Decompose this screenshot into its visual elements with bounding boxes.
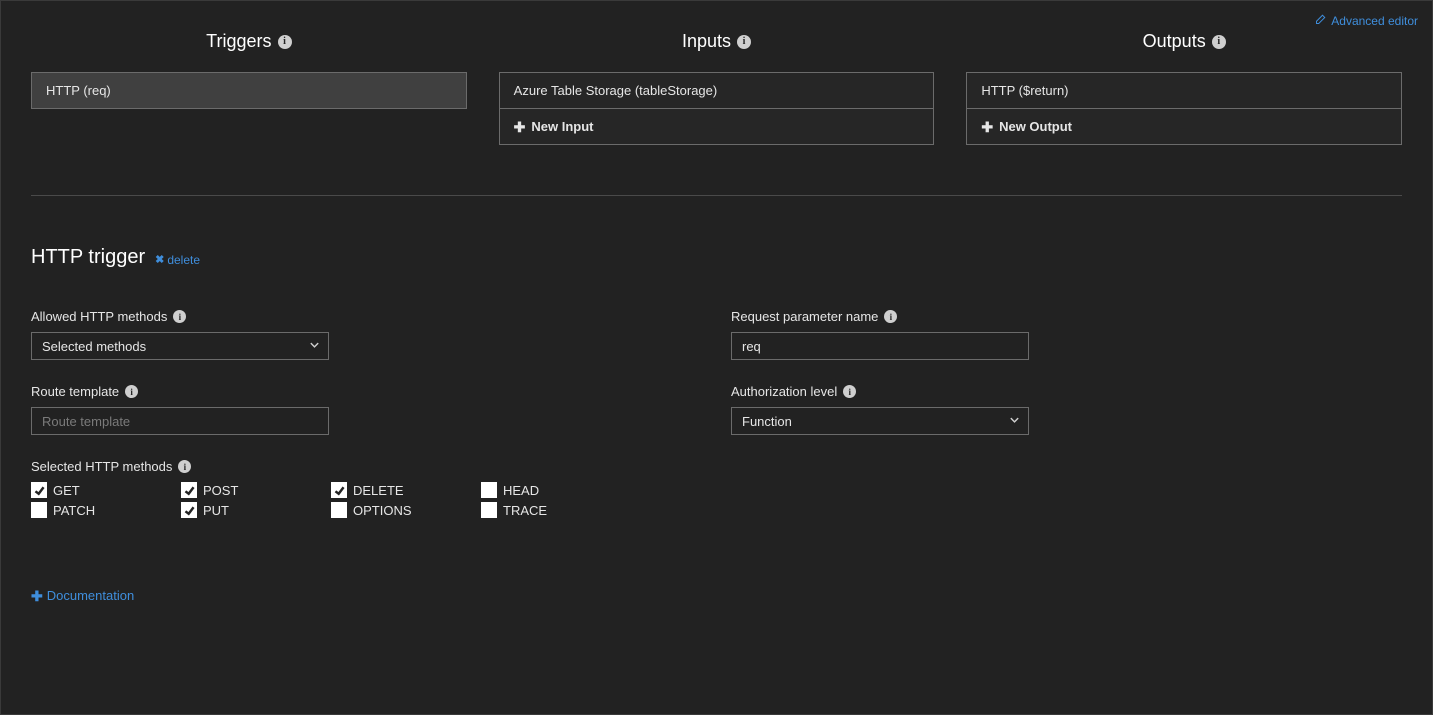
checkbox-icon bbox=[481, 502, 497, 518]
trigger-item-label: HTTP (req) bbox=[46, 83, 111, 98]
add-input-button[interactable]: ✚ New Input bbox=[499, 109, 935, 145]
method-label: PUT bbox=[203, 503, 229, 518]
checkbox-icon bbox=[331, 482, 347, 498]
allowed-methods-value: Selected methods bbox=[42, 339, 146, 354]
checkbox-icon bbox=[31, 502, 47, 518]
add-output-label: New Output bbox=[999, 119, 1072, 134]
input-item-label: Azure Table Storage (tableStorage) bbox=[514, 83, 718, 98]
edit-icon bbox=[1315, 13, 1327, 28]
allowed-methods-label: Allowed HTTP methods i bbox=[31, 309, 731, 324]
output-item-http[interactable]: HTTP ($return) bbox=[966, 72, 1402, 109]
triggers-title: Triggers i bbox=[206, 31, 291, 52]
info-icon[interactable]: i bbox=[178, 460, 191, 473]
method-label: OPTIONS bbox=[353, 503, 412, 518]
plus-icon: ✚ bbox=[981, 120, 993, 134]
auth-level-select[interactable]: Function bbox=[731, 407, 1029, 435]
method-checkbox-patch[interactable]: PATCH bbox=[31, 502, 181, 518]
inputs-title-text: Inputs bbox=[682, 31, 731, 52]
output-item-label: HTTP ($return) bbox=[981, 83, 1068, 98]
advanced-editor-label: Advanced editor bbox=[1331, 14, 1418, 28]
route-template-input-wrap bbox=[31, 407, 329, 435]
add-input-label: New Input bbox=[531, 119, 593, 134]
detail-title: HTTP trigger bbox=[31, 246, 145, 269]
checkbox-icon bbox=[31, 482, 47, 498]
inputs-title: Inputs i bbox=[682, 31, 751, 52]
method-label: POST bbox=[203, 483, 238, 498]
auth-level-label: Authorization level i bbox=[731, 384, 1402, 399]
method-label: TRACE bbox=[503, 503, 547, 518]
chevron-down-icon bbox=[309, 339, 320, 354]
documentation-label: Documentation bbox=[47, 588, 134, 603]
selected-methods-label: Selected HTTP methods i bbox=[31, 459, 731, 474]
outputs-title: Outputs i bbox=[1143, 31, 1226, 52]
method-label: HEAD bbox=[503, 483, 539, 498]
delete-trigger-link[interactable]: ✖ delete bbox=[155, 253, 200, 267]
plus-icon: ✚ bbox=[31, 589, 43, 603]
checkbox-icon bbox=[331, 502, 347, 518]
method-checkbox-options[interactable]: OPTIONS bbox=[331, 502, 481, 518]
trigger-item-http[interactable]: HTTP (req) bbox=[31, 72, 467, 109]
delete-label: delete bbox=[167, 253, 200, 267]
add-output-button[interactable]: ✚ New Output bbox=[966, 109, 1402, 145]
plus-icon: ✚ bbox=[514, 120, 526, 134]
route-template-input[interactable] bbox=[42, 414, 318, 429]
request-param-input-wrap bbox=[731, 332, 1029, 360]
info-icon[interactable]: i bbox=[278, 35, 292, 49]
checkbox-icon bbox=[181, 482, 197, 498]
method-checkbox-put[interactable]: PUT bbox=[181, 502, 331, 518]
request-param-input[interactable] bbox=[742, 339, 1018, 354]
info-icon[interactable]: i bbox=[843, 385, 856, 398]
checkbox-icon bbox=[481, 482, 497, 498]
method-checkbox-head[interactable]: HEAD bbox=[481, 482, 631, 498]
method-label: DELETE bbox=[353, 483, 404, 498]
method-label: PATCH bbox=[53, 503, 95, 518]
info-icon[interactable]: i bbox=[125, 385, 138, 398]
info-icon[interactable]: i bbox=[737, 35, 751, 49]
info-icon[interactable]: i bbox=[1212, 35, 1226, 49]
auth-level-value: Function bbox=[742, 414, 792, 429]
method-label: GET bbox=[53, 483, 80, 498]
documentation-link[interactable]: ✚ Documentation bbox=[31, 588, 731, 603]
triggers-title-text: Triggers bbox=[206, 31, 271, 52]
outputs-column: Outputs i HTTP ($return) ✚ New Output bbox=[966, 31, 1402, 145]
input-item-tablestorage[interactable]: Azure Table Storage (tableStorage) bbox=[499, 72, 935, 109]
inputs-column: Inputs i Azure Table Storage (tableStora… bbox=[499, 31, 935, 145]
outputs-title-text: Outputs bbox=[1143, 31, 1206, 52]
method-checkbox-trace[interactable]: TRACE bbox=[481, 502, 631, 518]
method-checkbox-get[interactable]: GET bbox=[31, 482, 181, 498]
allowed-methods-select[interactable]: Selected methods bbox=[31, 332, 329, 360]
triggers-column: Triggers i HTTP (req) bbox=[31, 31, 467, 145]
route-template-label: Route template i bbox=[31, 384, 731, 399]
checkbox-icon bbox=[181, 502, 197, 518]
request-param-label: Request parameter name i bbox=[731, 309, 1402, 324]
info-icon[interactable]: i bbox=[173, 310, 186, 323]
method-checkbox-post[interactable]: POST bbox=[181, 482, 331, 498]
advanced-editor-link[interactable]: Advanced editor bbox=[1315, 13, 1418, 28]
method-checkbox-delete[interactable]: DELETE bbox=[331, 482, 481, 498]
info-icon[interactable]: i bbox=[884, 310, 897, 323]
chevron-down-icon bbox=[1009, 414, 1020, 429]
close-icon: ✖ bbox=[155, 253, 164, 266]
